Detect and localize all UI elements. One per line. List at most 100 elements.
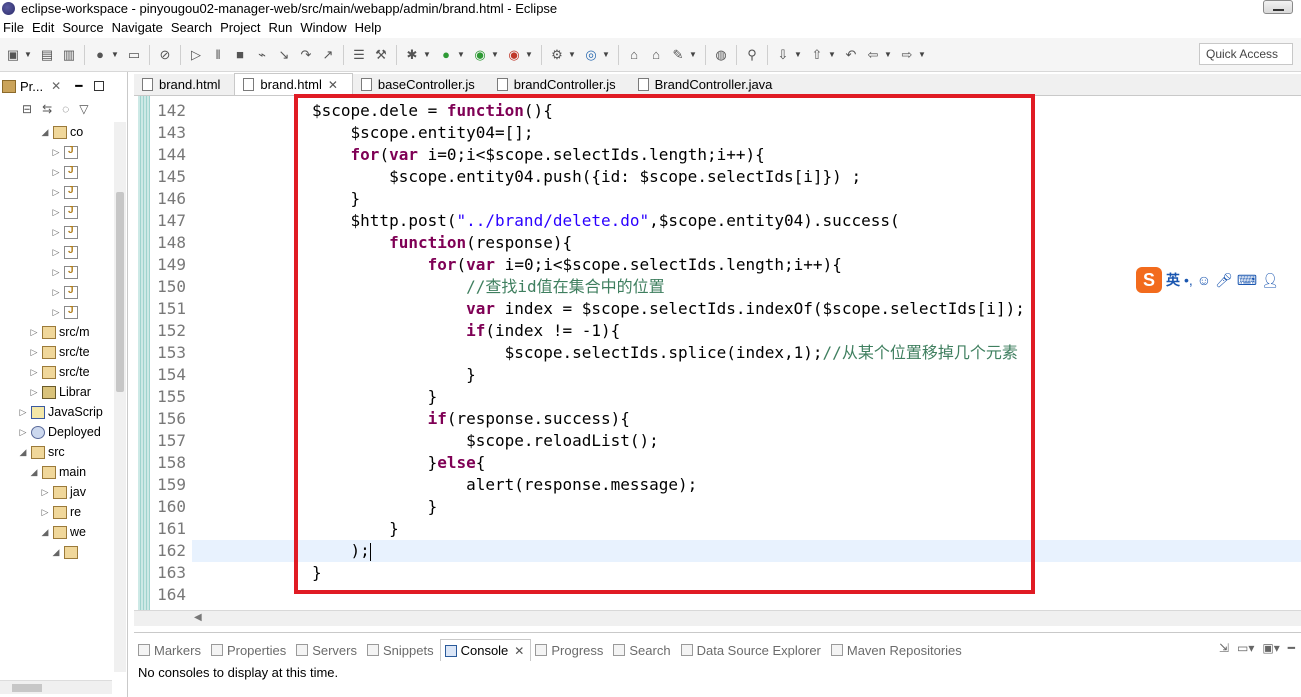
bottom-tab-data-source-explorer[interactable]: Data Source Explorer (677, 643, 827, 658)
collapsed-arrow-icon[interactable]: ▷ (51, 147, 61, 158)
collapsed-arrow-icon[interactable]: ▷ (51, 287, 61, 298)
tree-item[interactable]: ▷ (0, 202, 114, 222)
keyboard-icon[interactable]: ⌨ (1237, 272, 1257, 289)
bottom-tab-progress[interactable]: Progress (531, 643, 609, 658)
next-annotation-icon[interactable]: ⇩ (774, 46, 792, 64)
tree-item[interactable]: ▷ (0, 142, 114, 162)
back-icon[interactable]: ⇦ (864, 46, 882, 64)
save-icon[interactable]: ▤ (38, 46, 56, 64)
punctuation-icon[interactable]: •, (1184, 272, 1193, 288)
tree-item[interactable]: ▷ (0, 262, 114, 282)
emoji-icon[interactable]: ☺ (1197, 272, 1211, 288)
collapsed-arrow-icon[interactable]: ▷ (51, 247, 61, 258)
open-task-dropdown-icon[interactable]: ▼ (689, 50, 697, 59)
tree-item[interactable]: ◢ (0, 542, 114, 562)
external-tools-dropdown-icon[interactable]: ▼ (525, 50, 533, 59)
disconnect-icon[interactable]: ⌁ (253, 46, 271, 64)
ime-mode[interactable]: 英 (1166, 270, 1180, 290)
view-menu-icon[interactable]: ▽ (79, 102, 88, 116)
run-dropdown-icon[interactable]: ▼ (457, 50, 465, 59)
collapsed-arrow-icon[interactable]: ▷ (51, 207, 61, 218)
maximize-view-icon[interactable] (94, 81, 105, 91)
collapsed-arrow-icon[interactable]: ▷ (51, 267, 61, 278)
editor-tab[interactable]: BrandController.java (630, 73, 787, 95)
open-task-icon[interactable]: ✎ (669, 46, 687, 64)
minimize-button[interactable] (1263, 0, 1293, 14)
debug-icon[interactable]: ✱ (403, 46, 421, 64)
tree-item[interactable]: ▷ JavaScrip (0, 402, 114, 422)
tree-item[interactable]: ▷ (0, 242, 114, 262)
resume-icon[interactable]: ▷ (187, 46, 205, 64)
new-class-icon[interactable]: ◎ (582, 46, 600, 64)
editor-tab[interactable]: brandController.js (489, 73, 630, 95)
bottom-tab-markers[interactable]: Markers (134, 643, 207, 658)
scroll-left-icon[interactable]: ◀ (194, 612, 202, 623)
last-edit-icon[interactable]: ↶ (842, 46, 860, 64)
bottom-tab-snippets[interactable]: Snippets (363, 643, 440, 658)
horizontal-scrollbar[interactable] (0, 680, 112, 694)
open-folder-icon[interactable]: ⌂ (647, 46, 665, 64)
coverage-icon[interactable]: ◉ (471, 46, 489, 64)
collapsed-arrow-icon[interactable]: ▷ (51, 167, 61, 178)
menu-navigate[interactable]: Navigate (109, 20, 168, 35)
project-explorer-tab[interactable]: Pr... ✕ ━ (0, 74, 126, 98)
scrollbar-thumb[interactable] (116, 192, 124, 392)
tree-item[interactable]: ▷ (0, 282, 114, 302)
menu-run[interactable]: Run (266, 20, 298, 35)
new-dropdown-icon[interactable]: ▼ (24, 50, 32, 59)
menu-file[interactable]: File (0, 20, 29, 35)
close-icon[interactable]: ✕ (514, 644, 524, 658)
tree-item[interactable]: ▷ (0, 302, 114, 322)
step-over-icon[interactable]: ↷ (297, 46, 315, 64)
menu-source[interactable]: Source (59, 20, 108, 35)
perspective-dropdown-icon[interactable]: ▼ (111, 50, 119, 59)
minimize-view-icon[interactable]: ━ (1288, 641, 1295, 655)
expanded-arrow-icon[interactable]: ◢ (40, 527, 50, 538)
tree-item[interactable]: ▷ re (0, 502, 114, 522)
quick-access-input[interactable]: Quick Access (1199, 43, 1293, 65)
web-browser-icon[interactable]: ◍ (712, 46, 730, 64)
external-tools-icon[interactable]: ◉ (505, 46, 523, 64)
menu-help[interactable]: Help (352, 20, 387, 35)
tree-item[interactable]: ▷ (0, 182, 114, 202)
collapsed-arrow-icon[interactable]: ▷ (29, 327, 39, 338)
collapsed-arrow-icon[interactable]: ▷ (29, 387, 39, 398)
forward-icon[interactable]: ⇨ (898, 46, 916, 64)
coverage-dropdown-icon[interactable]: ▼ (491, 50, 499, 59)
pin-console-icon[interactable]: ⇲ (1219, 641, 1229, 655)
previous-annotation-dropdown-icon[interactable]: ▼ (828, 50, 836, 59)
collapsed-arrow-icon[interactable]: ▷ (40, 507, 50, 518)
expanded-arrow-icon[interactable]: ◢ (51, 547, 61, 558)
run-icon[interactable]: ● (437, 46, 455, 64)
bottom-tab-console[interactable]: Console ✕ (439, 639, 532, 661)
bottom-tab-maven-repositories[interactable]: Maven Repositories (827, 643, 968, 658)
bottom-tab-servers[interactable]: Servers (292, 643, 363, 658)
collapsed-arrow-icon[interactable]: ▷ (29, 347, 39, 358)
tree-item[interactable]: ◢ co (0, 122, 114, 142)
sogou-logo-icon[interactable]: S (1136, 267, 1162, 293)
expanded-arrow-icon[interactable]: ◢ (29, 467, 39, 478)
menu-project[interactable]: Project (217, 20, 265, 35)
outline-icon[interactable]: ☰ (350, 46, 368, 64)
tree-item[interactable]: ▷ Librar (0, 382, 114, 402)
expanded-arrow-icon[interactable]: ◢ (18, 447, 28, 458)
new-icon[interactable]: ▣ (4, 46, 22, 64)
step-return-icon[interactable]: ↗ (319, 46, 337, 64)
minimize-view-icon[interactable]: ━ (75, 79, 82, 93)
back-dropdown-icon[interactable]: ▼ (884, 50, 892, 59)
collapse-all-icon[interactable]: ⊟ (22, 102, 32, 116)
close-icon[interactable]: ✕ (328, 78, 338, 92)
forward-dropdown-icon[interactable]: ▼ (918, 50, 926, 59)
tree-item[interactable]: ▷ src/te (0, 362, 114, 382)
ime-toolbar[interactable]: S 英 •, ☺ 🎤︎ ⌨ 👤︎ (1136, 266, 1279, 294)
menu-window[interactable]: Window (297, 20, 351, 35)
new-server-icon[interactable]: ⚙ (548, 46, 566, 64)
tree-item[interactable]: ◢ main (0, 462, 114, 482)
tree-item[interactable]: ▷ src/te (0, 342, 114, 362)
tree-item[interactable]: ◢ src (0, 442, 114, 462)
collapsed-arrow-icon[interactable]: ▷ (51, 227, 61, 238)
menu-edit[interactable]: Edit (29, 20, 59, 35)
menu-search[interactable]: Search (168, 20, 217, 35)
microphone-icon[interactable]: 🎤︎ (1215, 272, 1233, 289)
step-into-icon[interactable]: ↘ (275, 46, 293, 64)
